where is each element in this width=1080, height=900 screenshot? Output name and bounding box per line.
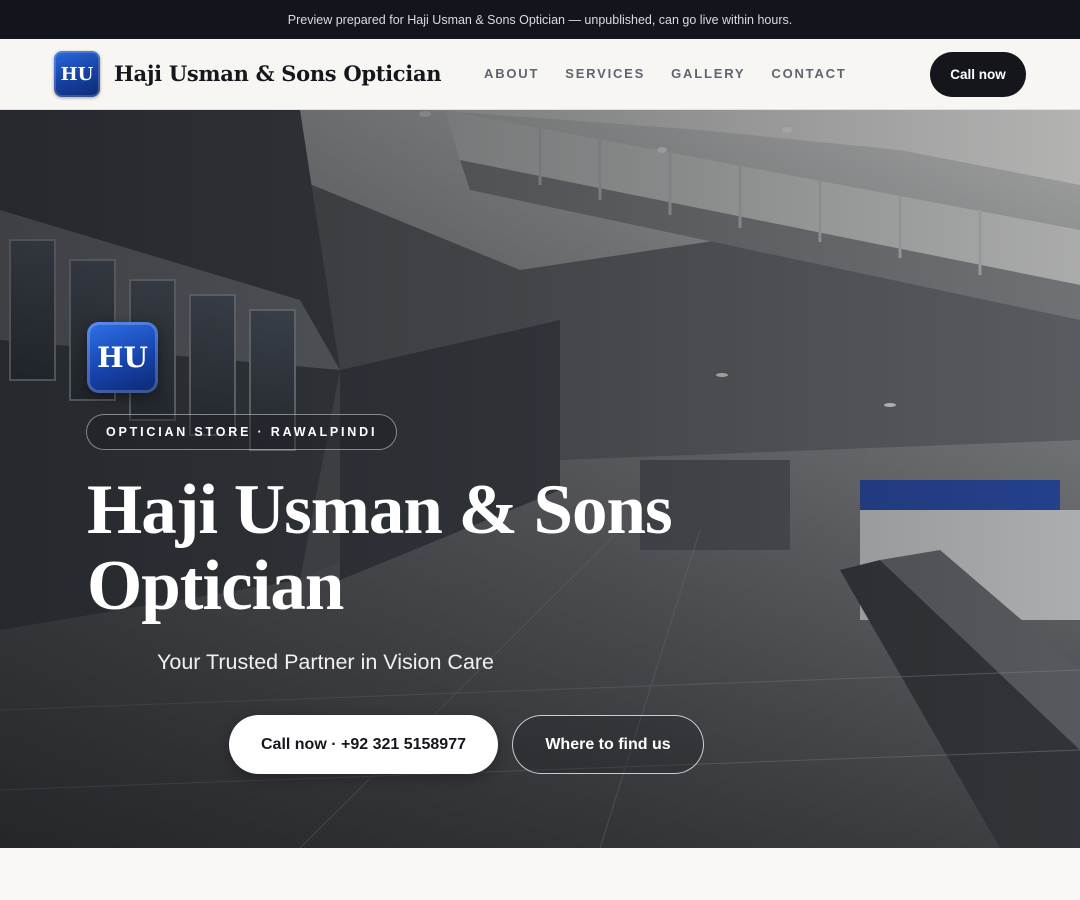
call-now-button[interactable]: Call now [930, 52, 1026, 97]
nav-link-about[interactable]: ABOUT [484, 66, 539, 81]
next-section [0, 848, 1080, 900]
main-nav: ABOUT SERVICES GALLERY CONTACT [484, 66, 847, 81]
preview-banner: Preview prepared for Haji Usman & Sons O… [0, 0, 1080, 39]
brand-logo[interactable]: HU [54, 51, 100, 97]
hero-logo-text: HU [97, 341, 148, 374]
nav-link-gallery[interactable]: GALLERY [671, 66, 745, 81]
brand-logo-text: HU [60, 63, 94, 85]
location-badge: OPTICIAN STORE · RAWALPINDI [86, 414, 398, 450]
hero-subtitle: Your Trusted Partner in Vision Care [157, 650, 495, 674]
call-phone-button[interactable]: Call now · +92 321 5158977 [229, 715, 498, 774]
preview-banner-text: Preview prepared for Haji Usman & Sons O… [287, 12, 793, 27]
brand-name[interactable]: Haji Usman & Sons Optician [114, 61, 442, 86]
hero-title: Haji Usman & Sons Optician [87, 471, 673, 625]
hero-logo: HU [87, 322, 158, 393]
hero-section: HU OPTICIAN STORE · RAWALPINDI Haji Usma… [0, 110, 1080, 848]
site-header: HU Haji Usman & Sons Optician ABOUT SERV… [0, 39, 1080, 110]
nav-link-services[interactable]: SERVICES [565, 66, 645, 81]
where-to-find-us-button[interactable]: Where to find us [512, 715, 704, 774]
nav-link-contact[interactable]: CONTACT [771, 66, 846, 81]
